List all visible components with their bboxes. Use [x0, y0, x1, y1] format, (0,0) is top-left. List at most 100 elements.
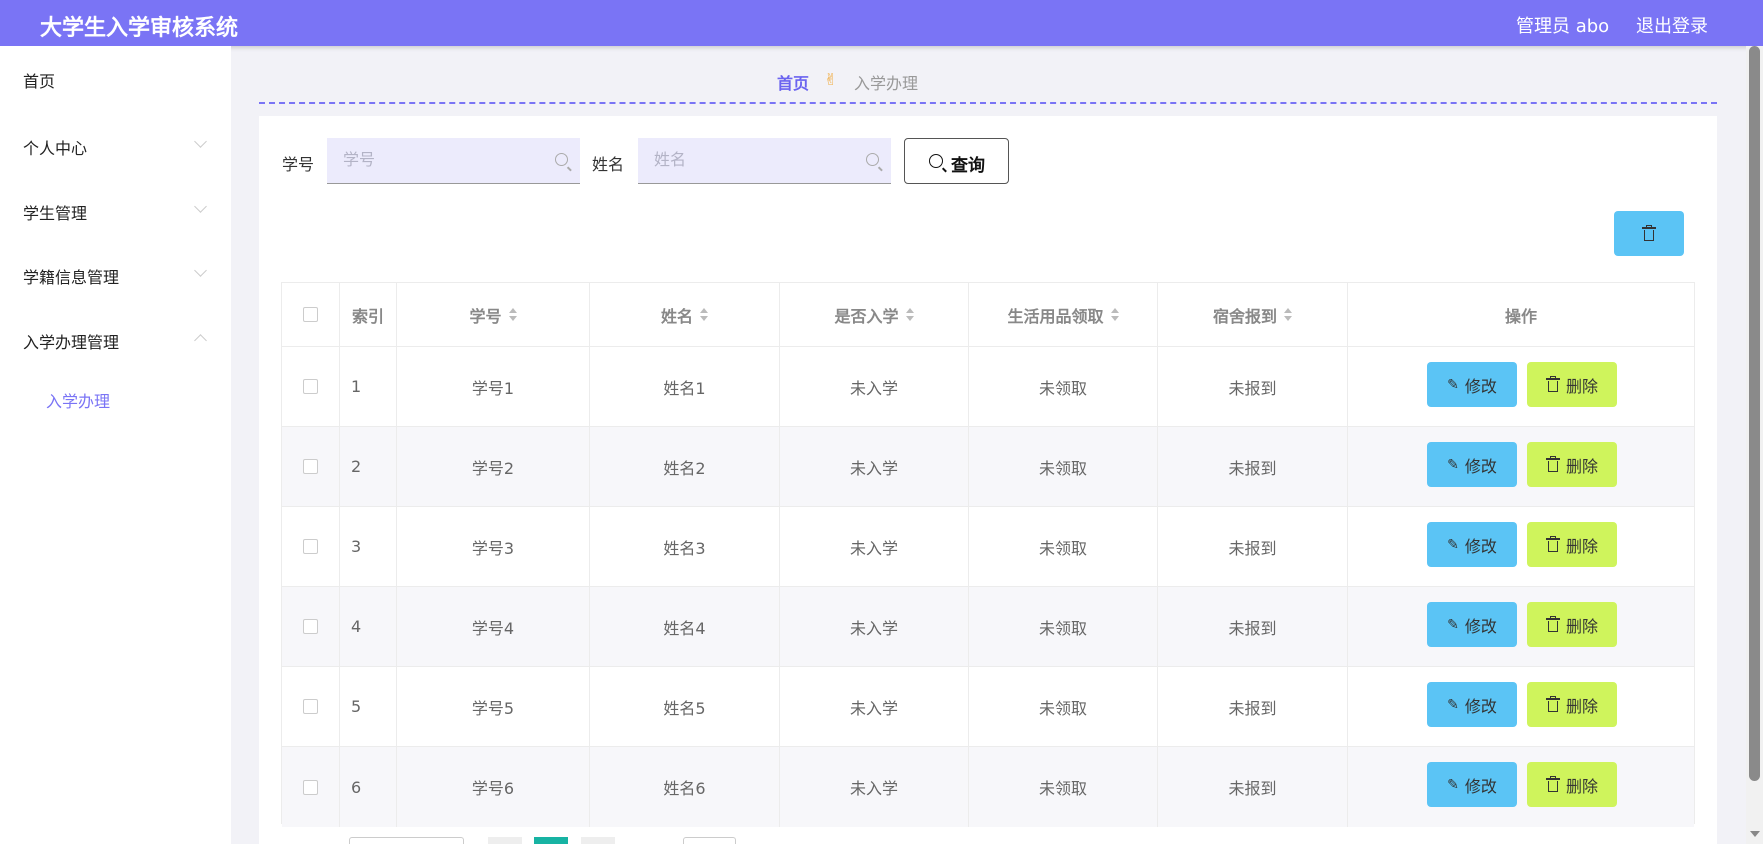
row-dorm: 未报到: [1158, 347, 1348, 426]
sort-icon[interactable]: [905, 308, 914, 321]
jump-page-input[interactable]: [683, 837, 736, 844]
delete-button[interactable]: 删除: [1527, 522, 1617, 567]
row-select-cell: [282, 667, 340, 746]
row-checkbox[interactable]: [303, 699, 318, 714]
chevron-up-icon: [194, 334, 207, 347]
col-index: 索引: [340, 283, 397, 346]
row-index: 5: [340, 667, 397, 746]
row-name: 姓名4: [590, 587, 780, 666]
delete-button[interactable]: 删除: [1527, 362, 1617, 407]
delete-button[interactable]: 删除: [1527, 762, 1617, 807]
edit-button-label: 修改: [1464, 776, 1497, 796]
row-checkbox[interactable]: [303, 539, 318, 554]
sidebar-subitem-enrollment-process[interactable]: 入学办理: [46, 388, 110, 412]
query-button[interactable]: 查询: [904, 138, 1009, 184]
table-row: 6 学号6 姓名6 未入学 未领取 未报到 ✎ 修改 删除: [282, 747, 1694, 827]
student-id-search-field: [327, 138, 580, 184]
sidebar-item-enrollment[interactable]: 入学办理管理: [23, 329, 119, 353]
col-supplies-label: 生活用品领取: [1007, 306, 1104, 326]
name-label: 姓名: [592, 155, 625, 174]
row-select-cell: [282, 747, 340, 827]
edit-button[interactable]: ✎ 修改: [1427, 522, 1517, 567]
sidebar-item-records[interactable]: 学籍信息管理: [23, 264, 119, 288]
trash-icon: [1545, 536, 1560, 552]
col-name[interactable]: 姓名: [590, 283, 780, 346]
trash-icon: [1545, 456, 1560, 472]
delete-button[interactable]: 删除: [1527, 442, 1617, 487]
scroll-down-arrow-icon[interactable]: [1750, 831, 1760, 837]
col-dorm-label: 宿舍报到: [1212, 306, 1277, 326]
edit-button[interactable]: ✎ 修改: [1427, 362, 1517, 407]
row-student-id: 学号4: [397, 587, 590, 666]
pagination: [349, 837, 749, 844]
student-id-input[interactable]: [343, 150, 543, 169]
col-supplies[interactable]: 生活用品领取: [969, 283, 1158, 346]
edit-button[interactable]: ✎ 修改: [1427, 602, 1517, 647]
page-size-select[interactable]: [349, 837, 464, 844]
edit-button-label: 修改: [1464, 696, 1497, 716]
row-supplies: 未领取: [969, 587, 1158, 666]
row-index: 6: [340, 747, 397, 827]
col-actions: 操作: [1504, 306, 1537, 326]
batch-delete-button[interactable]: [1614, 211, 1684, 256]
sort-icon[interactable]: [508, 308, 517, 321]
edit-button-label: 修改: [1464, 616, 1497, 636]
row-enrolled: 未入学: [780, 747, 969, 827]
sort-icon[interactable]: [1110, 308, 1119, 321]
sidebar-item-home[interactable]: 首页: [23, 68, 55, 92]
col-enrolled-label: 是否入学: [834, 306, 899, 326]
row-select-cell: [282, 507, 340, 586]
row-checkbox[interactable]: [303, 779, 318, 795]
row-supplies: 未领取: [969, 347, 1158, 426]
delete-button[interactable]: 删除: [1527, 602, 1617, 647]
breadcrumb-home[interactable]: 首页: [777, 70, 809, 94]
row-checkbox[interactable]: [303, 459, 318, 474]
row-index: 1: [340, 347, 397, 426]
name-input[interactable]: [654, 150, 854, 169]
row-student-id: 学号5: [397, 667, 590, 746]
chevron-down-icon: [194, 200, 207, 213]
col-dorm[interactable]: 宿舍报到: [1158, 283, 1348, 346]
trash-icon: [1642, 225, 1656, 241]
row-checkbox[interactable]: [303, 619, 318, 634]
search-icon: [929, 154, 943, 168]
trash-icon: [1545, 776, 1560, 792]
row-name: 姓名6: [590, 747, 780, 827]
row-supplies: 未领取: [969, 427, 1158, 506]
sort-icon[interactable]: [700, 308, 708, 321]
select-all-checkbox[interactable]: [303, 307, 318, 322]
edit-button-label: 修改: [1464, 456, 1497, 476]
search-icon: [555, 153, 568, 166]
row-supplies: 未领取: [969, 667, 1158, 746]
col-enrolled[interactable]: 是否入学: [780, 283, 969, 346]
sort-icon[interactable]: [1284, 308, 1292, 321]
edit-button[interactable]: ✎ 修改: [1427, 762, 1517, 807]
vertical-scrollbar[interactable]: [1746, 46, 1763, 844]
next-page-button[interactable]: [581, 837, 615, 844]
row-select-cell: [282, 347, 340, 426]
delete-button-label: 删除: [1565, 696, 1598, 716]
edit-button[interactable]: ✎ 修改: [1427, 442, 1517, 487]
prev-page-button[interactable]: [488, 837, 522, 844]
scrollbar-thumb[interactable]: [1749, 46, 1760, 781]
sidebar-item-profile[interactable]: 个人中心: [23, 135, 87, 159]
table-header: 索引 学号 姓名 是否入学 生活用品领取 宿舍报到 操作: [282, 283, 1694, 347]
row-name: 姓名3: [590, 507, 780, 586]
row-index: 4: [340, 587, 397, 666]
col-student-id[interactable]: 学号: [397, 283, 590, 346]
hand-icon: ✌: [824, 70, 838, 89]
pencil-icon: ✎: [1447, 616, 1459, 633]
row-checkbox[interactable]: [303, 379, 318, 394]
row-name: 姓名2: [590, 427, 780, 506]
logout-link[interactable]: 退出登录: [1636, 12, 1708, 38]
delete-button-label: 删除: [1565, 616, 1598, 636]
row-enrolled: 未入学: [780, 587, 969, 666]
delete-button[interactable]: 删除: [1527, 682, 1617, 727]
sidebar-item-students[interactable]: 学生管理: [23, 200, 87, 224]
page-1-button[interactable]: [534, 837, 568, 844]
enrollment-table: 索引 学号 姓名 是否入学 生活用品领取 宿舍报到 操作 1 学号1 姓名1 未…: [281, 282, 1695, 827]
pencil-icon: ✎: [1447, 456, 1459, 473]
row-dorm: 未报到: [1158, 427, 1348, 506]
edit-button[interactable]: ✎ 修改: [1427, 682, 1517, 727]
row-supplies: 未领取: [969, 747, 1158, 827]
